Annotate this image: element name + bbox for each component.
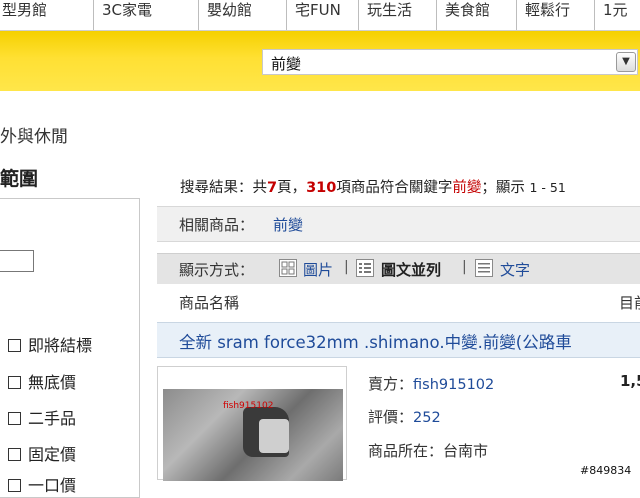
filter-used[interactable]: 二手品 (8, 405, 77, 428)
filter-ending-soon[interactable]: 即將結標 (8, 332, 93, 355)
separator: | (344, 259, 349, 275)
item-price: 1,5 (620, 372, 640, 390)
results-pages-unit: 頁， (277, 180, 307, 196)
item-rating: 評價：252 (368, 406, 441, 427)
location-label: 商品所在： (368, 442, 444, 460)
filter-label: 一口價 (28, 476, 77, 495)
checkbox[interactable] (8, 448, 21, 461)
filter-label: 固定價 (28, 445, 77, 464)
results-range: 1 - 51 (529, 180, 566, 195)
results-middle: 項商品符合關鍵字 (336, 180, 453, 196)
checkbox[interactable] (8, 479, 21, 492)
checkbox[interactable] (8, 339, 21, 352)
seller-link[interactable]: fish915102 (413, 377, 494, 393)
filter-label: 無底價 (28, 373, 77, 392)
related-label: 相關商品： (179, 216, 255, 234)
column-header-row: 商品名稱 目前 (157, 284, 640, 320)
list-view-icon[interactable] (356, 259, 374, 277)
filter-label: 二手品 (28, 409, 77, 428)
view-option-text[interactable]: 文字 (500, 259, 530, 280)
item-photo[interactable]: fish915102 (163, 389, 343, 481)
search-value: 前變 (271, 55, 302, 73)
results-pages: 7 (267, 180, 278, 196)
display-label: 顯示方式： (179, 261, 255, 279)
derailleur-plate (259, 419, 289, 453)
filter-buy-now[interactable]: 一口價 (8, 472, 77, 495)
display-mode-bar: 顯示方式： 圖片 | 圖文並列 | 文字 (157, 253, 640, 285)
related-products-bar: 相關商品： 前變 (157, 206, 640, 242)
results-suffix: ；顯示 (481, 180, 525, 196)
results-keyword: 前變 (452, 180, 482, 196)
grid-view-icon[interactable] (279, 259, 297, 277)
column-current: 目前 (619, 294, 640, 312)
nav-tab-3c[interactable]: 3C家電 (94, 0, 199, 30)
item-seller: 賣方：fish915102 (368, 373, 494, 394)
results-summary: 搜尋結果：共7頁，310項商品符合關鍵字前變；顯示 1 - 51 (180, 176, 566, 197)
related-link[interactable]: 前變 (273, 214, 303, 235)
nav-tab-life[interactable]: 玩生活 (359, 0, 437, 30)
nav-tab-fun[interactable]: 宅FUN (287, 0, 359, 30)
rating-label: 評價： (368, 408, 414, 426)
nav-tab-1dollar[interactable]: 1元 (595, 0, 640, 30)
results-prefix: 搜尋結果：共 (180, 180, 267, 196)
price-range-title: 範圍 (0, 168, 39, 190)
nav-tab-travel[interactable]: 輕鬆行 (517, 0, 595, 30)
corner-tag: #849834 (580, 464, 632, 477)
checkbox[interactable] (8, 376, 21, 389)
nav-tab-men[interactable]: 型男館 (0, 0, 94, 30)
rating-link[interactable]: 252 (413, 410, 441, 426)
view-option-image-text[interactable]: 圖文並列 (381, 259, 441, 280)
triangle-down-icon[interactable]: ▼ (616, 52, 636, 72)
category-breadcrumb[interactable]: 外與休閒 (0, 122, 68, 147)
item-thumbnail[interactable]: fish915102 (157, 366, 347, 481)
filter-fixed-price[interactable]: 固定價 (8, 441, 77, 464)
top-nav: 型男館 3C家電 嬰幼館 宅FUN 玩生活 美食館 輕鬆行 1元 (0, 0, 640, 31)
text-view-icon[interactable] (475, 259, 493, 277)
column-product-name: 商品名稱 (179, 294, 240, 312)
item-title-link[interactable]: 全新 sram force32mm .shimano.中變.前變(公路車 (179, 329, 572, 353)
filter-no-reserve[interactable]: 無底價 (8, 369, 77, 392)
nav-tab-food[interactable]: 美食館 (437, 0, 517, 30)
item-location: 商品所在：台南市 (368, 440, 488, 461)
seller-label: 賣方： (368, 375, 414, 393)
search-input[interactable]: 前變 ▼ (262, 49, 638, 75)
separator: | (462, 259, 467, 275)
filter-label: 即將結標 (28, 336, 93, 355)
photo-watermark: fish915102 (223, 401, 274, 411)
view-option-images[interactable]: 圖片 (303, 259, 333, 280)
item-title-row: 全新 sram force32mm .shimano.中變.前變(公路車 (157, 322, 640, 358)
results-count: 310 (306, 180, 337, 196)
search-bar: 前變 ▼ (0, 31, 640, 91)
checkbox[interactable] (8, 412, 21, 425)
location-value: 台南市 (443, 442, 489, 460)
price-min-field[interactable] (0, 250, 34, 272)
nav-tab-baby[interactable]: 嬰幼館 (199, 0, 287, 30)
